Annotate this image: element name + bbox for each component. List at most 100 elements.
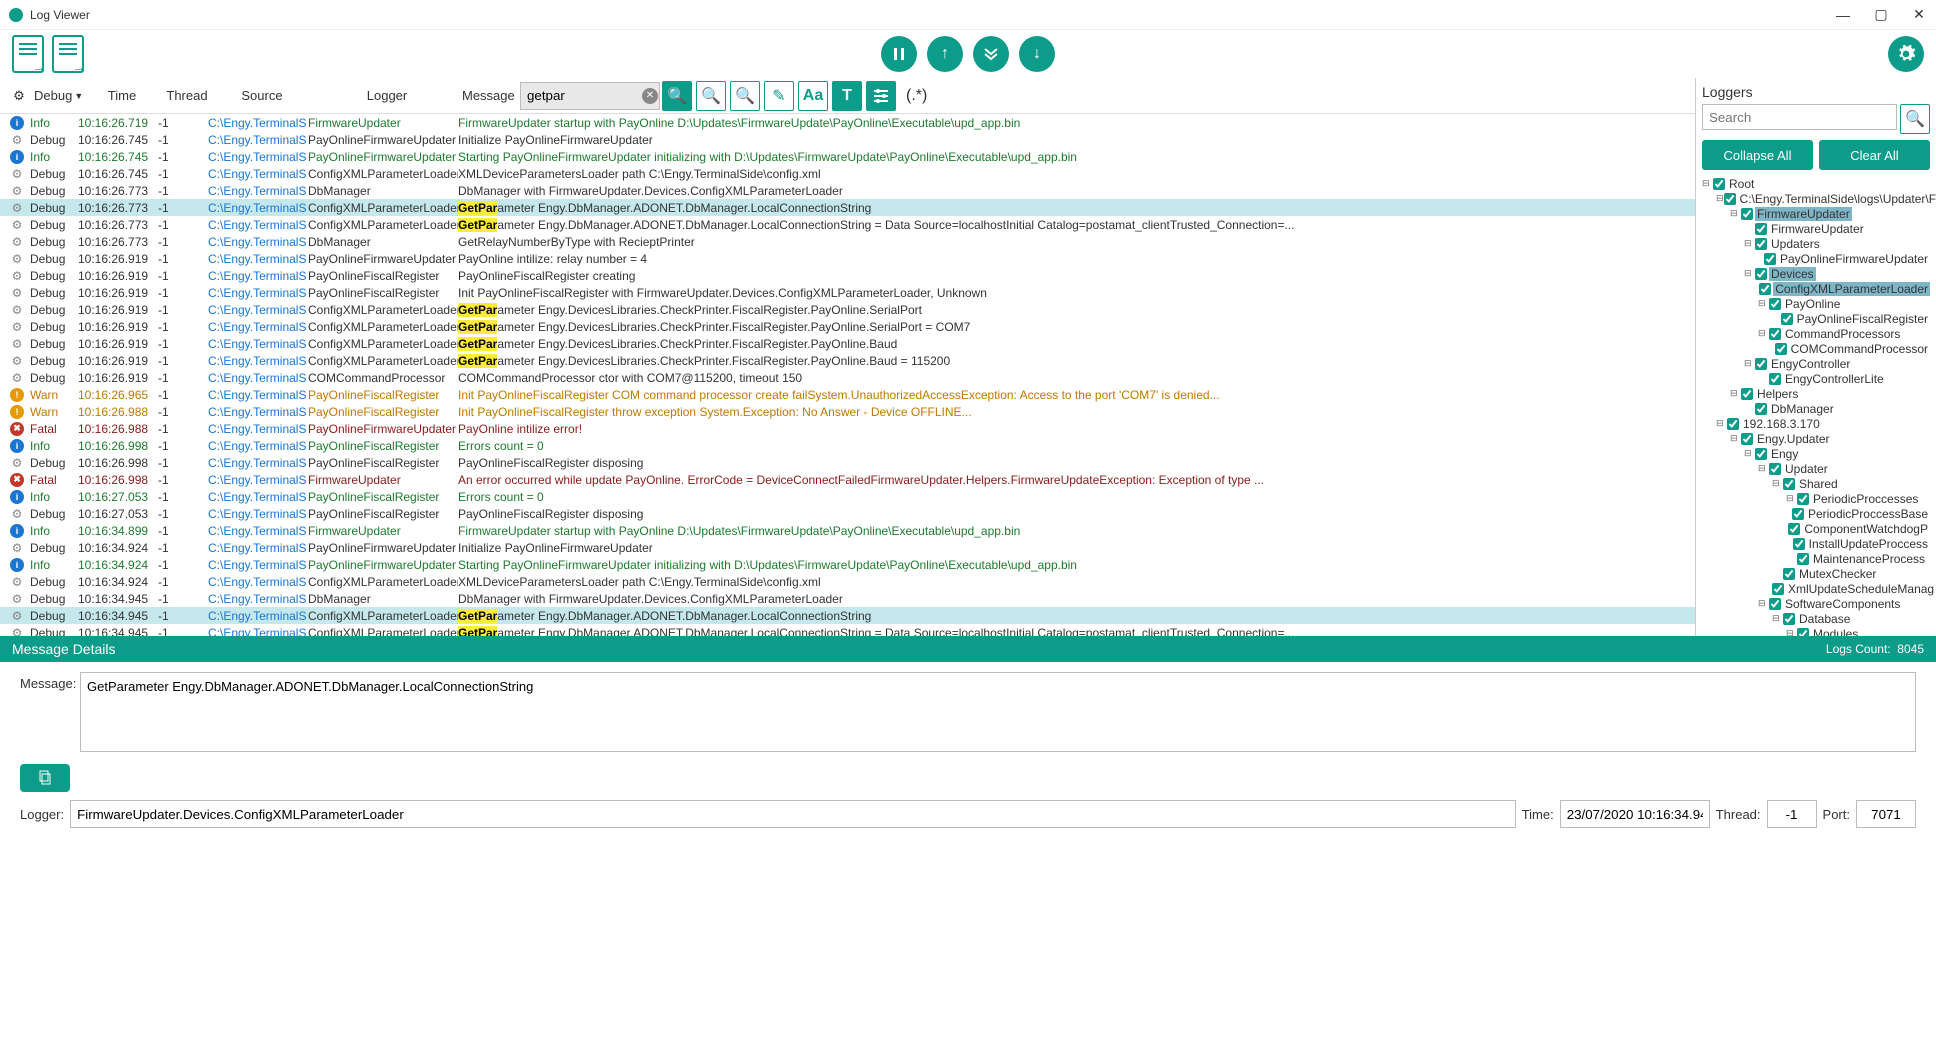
tree-node[interactable]: ⊟C:\Engy.TerminalSide\logs\Updater\Firmw… [1702, 191, 1930, 206]
tree-node[interactable]: ⊟PeriodicProccesses [1702, 491, 1930, 506]
pause-button[interactable] [881, 36, 917, 72]
log-row[interactable]: ⚙Debug10:16:26.998-1C:\Engy.TerminalSPay… [0, 454, 1695, 471]
log-row[interactable]: ⚙Debug10:16:27.053-1C:\Engy.TerminalSPay… [0, 505, 1695, 522]
maximize-button[interactable]: ▢ [1872, 6, 1890, 24]
tree-toggle[interactable]: ⊟ [1758, 328, 1769, 339]
tree-checkbox[interactable] [1755, 403, 1767, 415]
tree-node[interactable]: DbManager [1702, 401, 1930, 416]
log-row[interactable]: iInfo10:16:26.719-1C:\Engy.TerminalSFirm… [0, 114, 1695, 131]
tree-toggle[interactable]: ⊟ [1786, 493, 1797, 504]
tree-checkbox[interactable] [1755, 268, 1767, 280]
tree-node[interactable]: ⊟Modules [1702, 626, 1930, 636]
tree-node[interactable]: ⊟PayOnline [1702, 296, 1930, 311]
log-row[interactable]: ⚙Debug10:16:26.919-1C:\Engy.TerminalSCon… [0, 335, 1695, 352]
tree-toggle[interactable]: ⊟ [1758, 463, 1769, 474]
scroll-down-button[interactable]: ↓ [1019, 36, 1055, 72]
tree-node[interactable]: ⊟Devices [1702, 266, 1930, 281]
case-sensitive-button[interactable]: Aa [798, 81, 828, 111]
log-row[interactable]: ⚙Debug10:16:26.773-1C:\Engy.TerminalSDbM… [0, 233, 1695, 250]
tree-node[interactable]: ⊟Root [1702, 176, 1930, 191]
tree-toggle[interactable]: ⊟ [1716, 193, 1724, 204]
tree-toggle[interactable]: ⊟ [1730, 388, 1741, 399]
tree-checkbox[interactable] [1797, 628, 1809, 637]
level-icon-header[interactable]: ⚙ [4, 88, 34, 104]
tree-toggle[interactable]: ⊟ [1758, 298, 1769, 309]
loggers-search-input[interactable] [1702, 104, 1897, 130]
tree-checkbox[interactable] [1755, 358, 1767, 370]
tree-node[interactable]: ⊟Shared [1702, 476, 1930, 491]
tree-checkbox[interactable] [1755, 223, 1767, 235]
log-row[interactable]: iInfo10:16:26.998-1C:\Engy.TerminalSPayO… [0, 437, 1695, 454]
loggers-search-button[interactable]: 🔍 [1900, 104, 1930, 134]
log-row[interactable]: !Warn10:16:26.965-1C:\Engy.TerminalSPayO… [0, 386, 1695, 403]
tree-checkbox[interactable] [1769, 598, 1781, 610]
search-button[interactable]: 🔍 [662, 81, 692, 111]
clear-search-button[interactable]: ✕ [642, 88, 658, 104]
tree-node[interactable]: EngyControllerLite [1702, 371, 1930, 386]
open-files-button[interactable] [52, 35, 84, 73]
close-button[interactable]: ✕ [1910, 6, 1928, 24]
tree-toggle[interactable]: ⊟ [1730, 433, 1741, 444]
log-row[interactable]: ⚙Debug10:16:26.745-1C:\Engy.TerminalSPay… [0, 131, 1695, 148]
logger-detail-field[interactable] [70, 800, 1516, 828]
log-row[interactable]: ⚙Debug10:16:26.919-1C:\Engy.TerminalSCOM… [0, 369, 1695, 386]
tree-node[interactable]: ⊟Updater [1702, 461, 1930, 476]
whole-word-button[interactable]: T [832, 81, 862, 111]
tree-checkbox[interactable] [1724, 193, 1736, 205]
settings-button[interactable] [1888, 36, 1924, 72]
tree-node[interactable]: PayOnlineFirmwareUpdater [1702, 251, 1930, 266]
clear-all-button[interactable]: Clear All [1819, 140, 1930, 170]
tree-node[interactable]: ⊟Engy [1702, 446, 1930, 461]
log-row[interactable]: ⚙Debug10:16:34.945-1C:\Engy.TerminalSCon… [0, 624, 1695, 636]
log-row[interactable]: ⚙Debug10:16:34.924-1C:\Engy.TerminalSPay… [0, 539, 1695, 556]
tree-node[interactable]: FirmwareUpdater [1702, 221, 1930, 236]
filter-options-button[interactable] [866, 81, 896, 111]
tree-checkbox[interactable] [1769, 298, 1781, 310]
log-row[interactable]: ✖Fatal10:16:26.988-1C:\Engy.TerminalSPay… [0, 420, 1695, 437]
tree-toggle[interactable]: ⊟ [1772, 613, 1783, 624]
tree-toggle[interactable]: ⊟ [1716, 418, 1727, 429]
log-row[interactable]: ⚙Debug10:16:26.919-1C:\Engy.TerminalSCon… [0, 318, 1695, 335]
tree-checkbox[interactable] [1769, 463, 1781, 475]
tree-checkbox[interactable] [1783, 568, 1795, 580]
log-row[interactable]: ⚙Debug10:16:26.919-1C:\Engy.TerminalSCon… [0, 301, 1695, 318]
open-file-button[interactable] [12, 35, 44, 73]
log-row[interactable]: iInfo10:16:27.053-1C:\Engy.TerminalSPayO… [0, 488, 1695, 505]
time-detail-field[interactable] [1560, 800, 1710, 828]
log-rows[interactable]: iInfo10:16:26.719-1C:\Engy.TerminalSFirm… [0, 114, 1695, 636]
search-input[interactable] [520, 82, 660, 110]
tree-checkbox[interactable] [1741, 388, 1753, 400]
log-row[interactable]: ⚙Debug10:16:26.745-1C:\Engy.TerminalSCon… [0, 165, 1695, 182]
tree-node[interactable]: ⊟SoftwareComponents [1702, 596, 1930, 611]
tree-toggle[interactable]: ⊟ [1744, 358, 1755, 369]
tree-checkbox[interactable] [1783, 478, 1795, 490]
message-detail-field[interactable]: GetParameter Engy.DbManager.ADONET.DbMan… [80, 672, 1916, 752]
time-header[interactable]: Time [82, 88, 162, 103]
tree-checkbox[interactable] [1797, 493, 1809, 505]
tree-node[interactable]: ⊟FirmwareUpdater [1702, 206, 1930, 221]
tree-toggle[interactable]: ⊟ [1772, 478, 1783, 489]
tree-toggle[interactable]: ⊟ [1744, 268, 1755, 279]
message-header[interactable]: Message [462, 88, 512, 103]
log-row[interactable]: !Warn10:16:26.988-1C:\Engy.TerminalSPayO… [0, 403, 1695, 420]
tree-toggle[interactable]: ⊟ [1744, 448, 1755, 459]
tree-node[interactable]: ConfigXMLParameterLoader [1702, 281, 1930, 296]
thread-header[interactable]: Thread [162, 88, 212, 103]
tree-checkbox[interactable] [1783, 613, 1795, 625]
log-row[interactable]: ⚙Debug10:16:26.919-1C:\Engy.TerminalSPay… [0, 250, 1695, 267]
tree-node[interactable]: ⊟192.168.3.170 [1702, 416, 1930, 431]
tree-checkbox[interactable] [1781, 313, 1793, 325]
loggers-tree[interactable]: ⊟Root⊟C:\Engy.TerminalSide\logs\Updater\… [1702, 176, 1930, 636]
log-row[interactable]: iInfo10:16:34.899-1C:\Engy.TerminalSFirm… [0, 522, 1695, 539]
tree-checkbox[interactable] [1755, 448, 1767, 460]
tree-node[interactable]: MutexChecker [1702, 566, 1930, 581]
log-row[interactable]: iInfo10:16:26.745-1C:\Engy.TerminalSPayO… [0, 148, 1695, 165]
log-row[interactable]: ⚙Debug10:16:34.924-1C:\Engy.TerminalSCon… [0, 573, 1695, 590]
log-row[interactable]: ⚙Debug10:16:34.945-1C:\Engy.TerminalSDbM… [0, 590, 1695, 607]
tree-node[interactable]: ⊟CommandProcessors [1702, 326, 1930, 341]
log-row[interactable]: ⚙Debug10:16:26.773-1C:\Engy.TerminalSCon… [0, 199, 1695, 216]
tree-checkbox[interactable] [1775, 343, 1787, 355]
logger-header[interactable]: Logger [312, 88, 462, 103]
tree-toggle[interactable]: ⊟ [1730, 208, 1741, 219]
tree-node[interactable]: ⊟Engy.Updater [1702, 431, 1930, 446]
